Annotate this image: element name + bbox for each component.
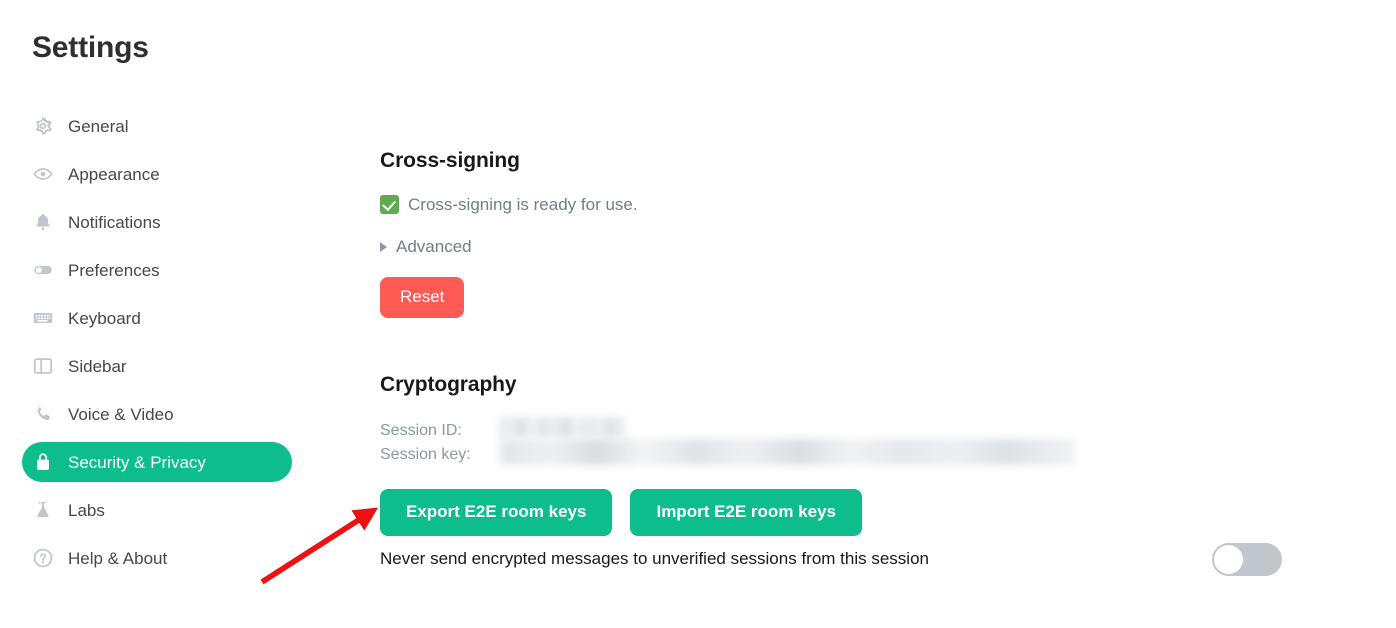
phone-icon <box>32 403 54 425</box>
sidebar-item-labs[interactable]: Labs <box>22 490 292 530</box>
cross-signing-status: Cross-signing is ready for use. <box>380 195 1080 215</box>
chevron-right-icon <box>380 241 387 252</box>
cryptography-heading: Cryptography <box>380 373 517 397</box>
session-id-label: Session ID: <box>380 422 462 440</box>
bell-icon <box>32 211 54 233</box>
cross-signing-section: Cross-signing Cross-signing is ready for… <box>380 132 1080 319</box>
session-details: Session ID: Session key: <box>380 417 1100 467</box>
green-check-icon <box>380 195 399 215</box>
keyboard-icon <box>32 307 54 329</box>
settings-sidebar: Settings General Appearance Notification… <box>0 0 360 628</box>
sidebar-item-appearance[interactable]: Appearance <box>22 154 292 194</box>
lock-icon <box>32 451 54 473</box>
cryptography-section: Cryptography Session ID: Session key: Ex… <box>380 356 1100 537</box>
sidebar-item-label: Security & Privacy <box>68 452 206 472</box>
sidebar-item-general[interactable]: General <box>22 106 292 146</box>
unverified-sessions-toggle[interactable] <box>1212 543 1282 576</box>
sidebar-item-sidebar[interactable]: Sidebar <box>22 346 292 386</box>
session-key-label: Session key: <box>380 446 471 464</box>
unverified-sessions-setting: Never send encrypted messages to unverif… <box>380 543 1282 576</box>
sidebar-item-label: Notifications <box>68 212 161 232</box>
import-e2e-room-keys-button[interactable]: Import E2E room keys <box>630 489 862 537</box>
help-icon <box>32 547 54 569</box>
toggle-knob <box>1214 545 1243 574</box>
cross-signing-heading: Cross-signing <box>380 149 520 173</box>
sidebar-item-label: Labs <box>68 500 105 520</box>
export-e2e-room-keys-button[interactable]: Export E2E room keys <box>380 489 613 537</box>
sidebar-panel-icon <box>32 355 54 377</box>
sidebar-item-help-about[interactable]: Help & About <box>22 538 292 578</box>
sidebar-item-keyboard[interactable]: Keyboard <box>22 298 292 338</box>
advanced-label: Advanced <box>396 237 472 257</box>
sidebar-item-label: Help & About <box>68 548 168 568</box>
cross-signing-status-text: Cross-signing is ready for use. <box>408 195 638 215</box>
sidebar-item-notifications[interactable]: Notifications <box>22 202 292 242</box>
eye-icon <box>32 163 54 185</box>
gear-icon <box>32 115 54 137</box>
session-key-row: Session key: <box>380 443 1100 467</box>
reset-button[interactable]: Reset <box>380 277 465 319</box>
flask-icon <box>32 499 54 521</box>
sidebar-item-label: General <box>68 116 129 136</box>
sidebar-item-label: Appearance <box>68 164 160 184</box>
key-buttons-row: Export E2E room keys Import E2E room key… <box>380 489 1100 537</box>
sidebar-item-security-privacy[interactable]: Security & Privacy <box>22 442 292 482</box>
settings-content: Cross-signing Cross-signing is ready for… <box>380 0 1396 628</box>
sidebar-nav: General Appearance Notifications Prefere… <box>22 106 292 586</box>
session-id-row: Session ID: <box>380 419 1100 443</box>
sidebar-item-label: Preferences <box>68 260 160 280</box>
sidebar-item-voice-video[interactable]: Voice & Video <box>22 394 292 434</box>
sidebar-item-label: Sidebar <box>68 356 127 376</box>
unverified-sessions-label: Never send encrypted messages to unverif… <box>380 549 929 569</box>
page-title: Settings <box>32 31 149 64</box>
sidebar-item-preferences[interactable]: Preferences <box>22 250 292 290</box>
toggle-icon <box>32 259 54 281</box>
sidebar-item-label: Keyboard <box>68 308 141 328</box>
sidebar-item-label: Voice & Video <box>68 404 174 424</box>
advanced-disclosure-toggle[interactable]: Advanced <box>380 238 1080 255</box>
